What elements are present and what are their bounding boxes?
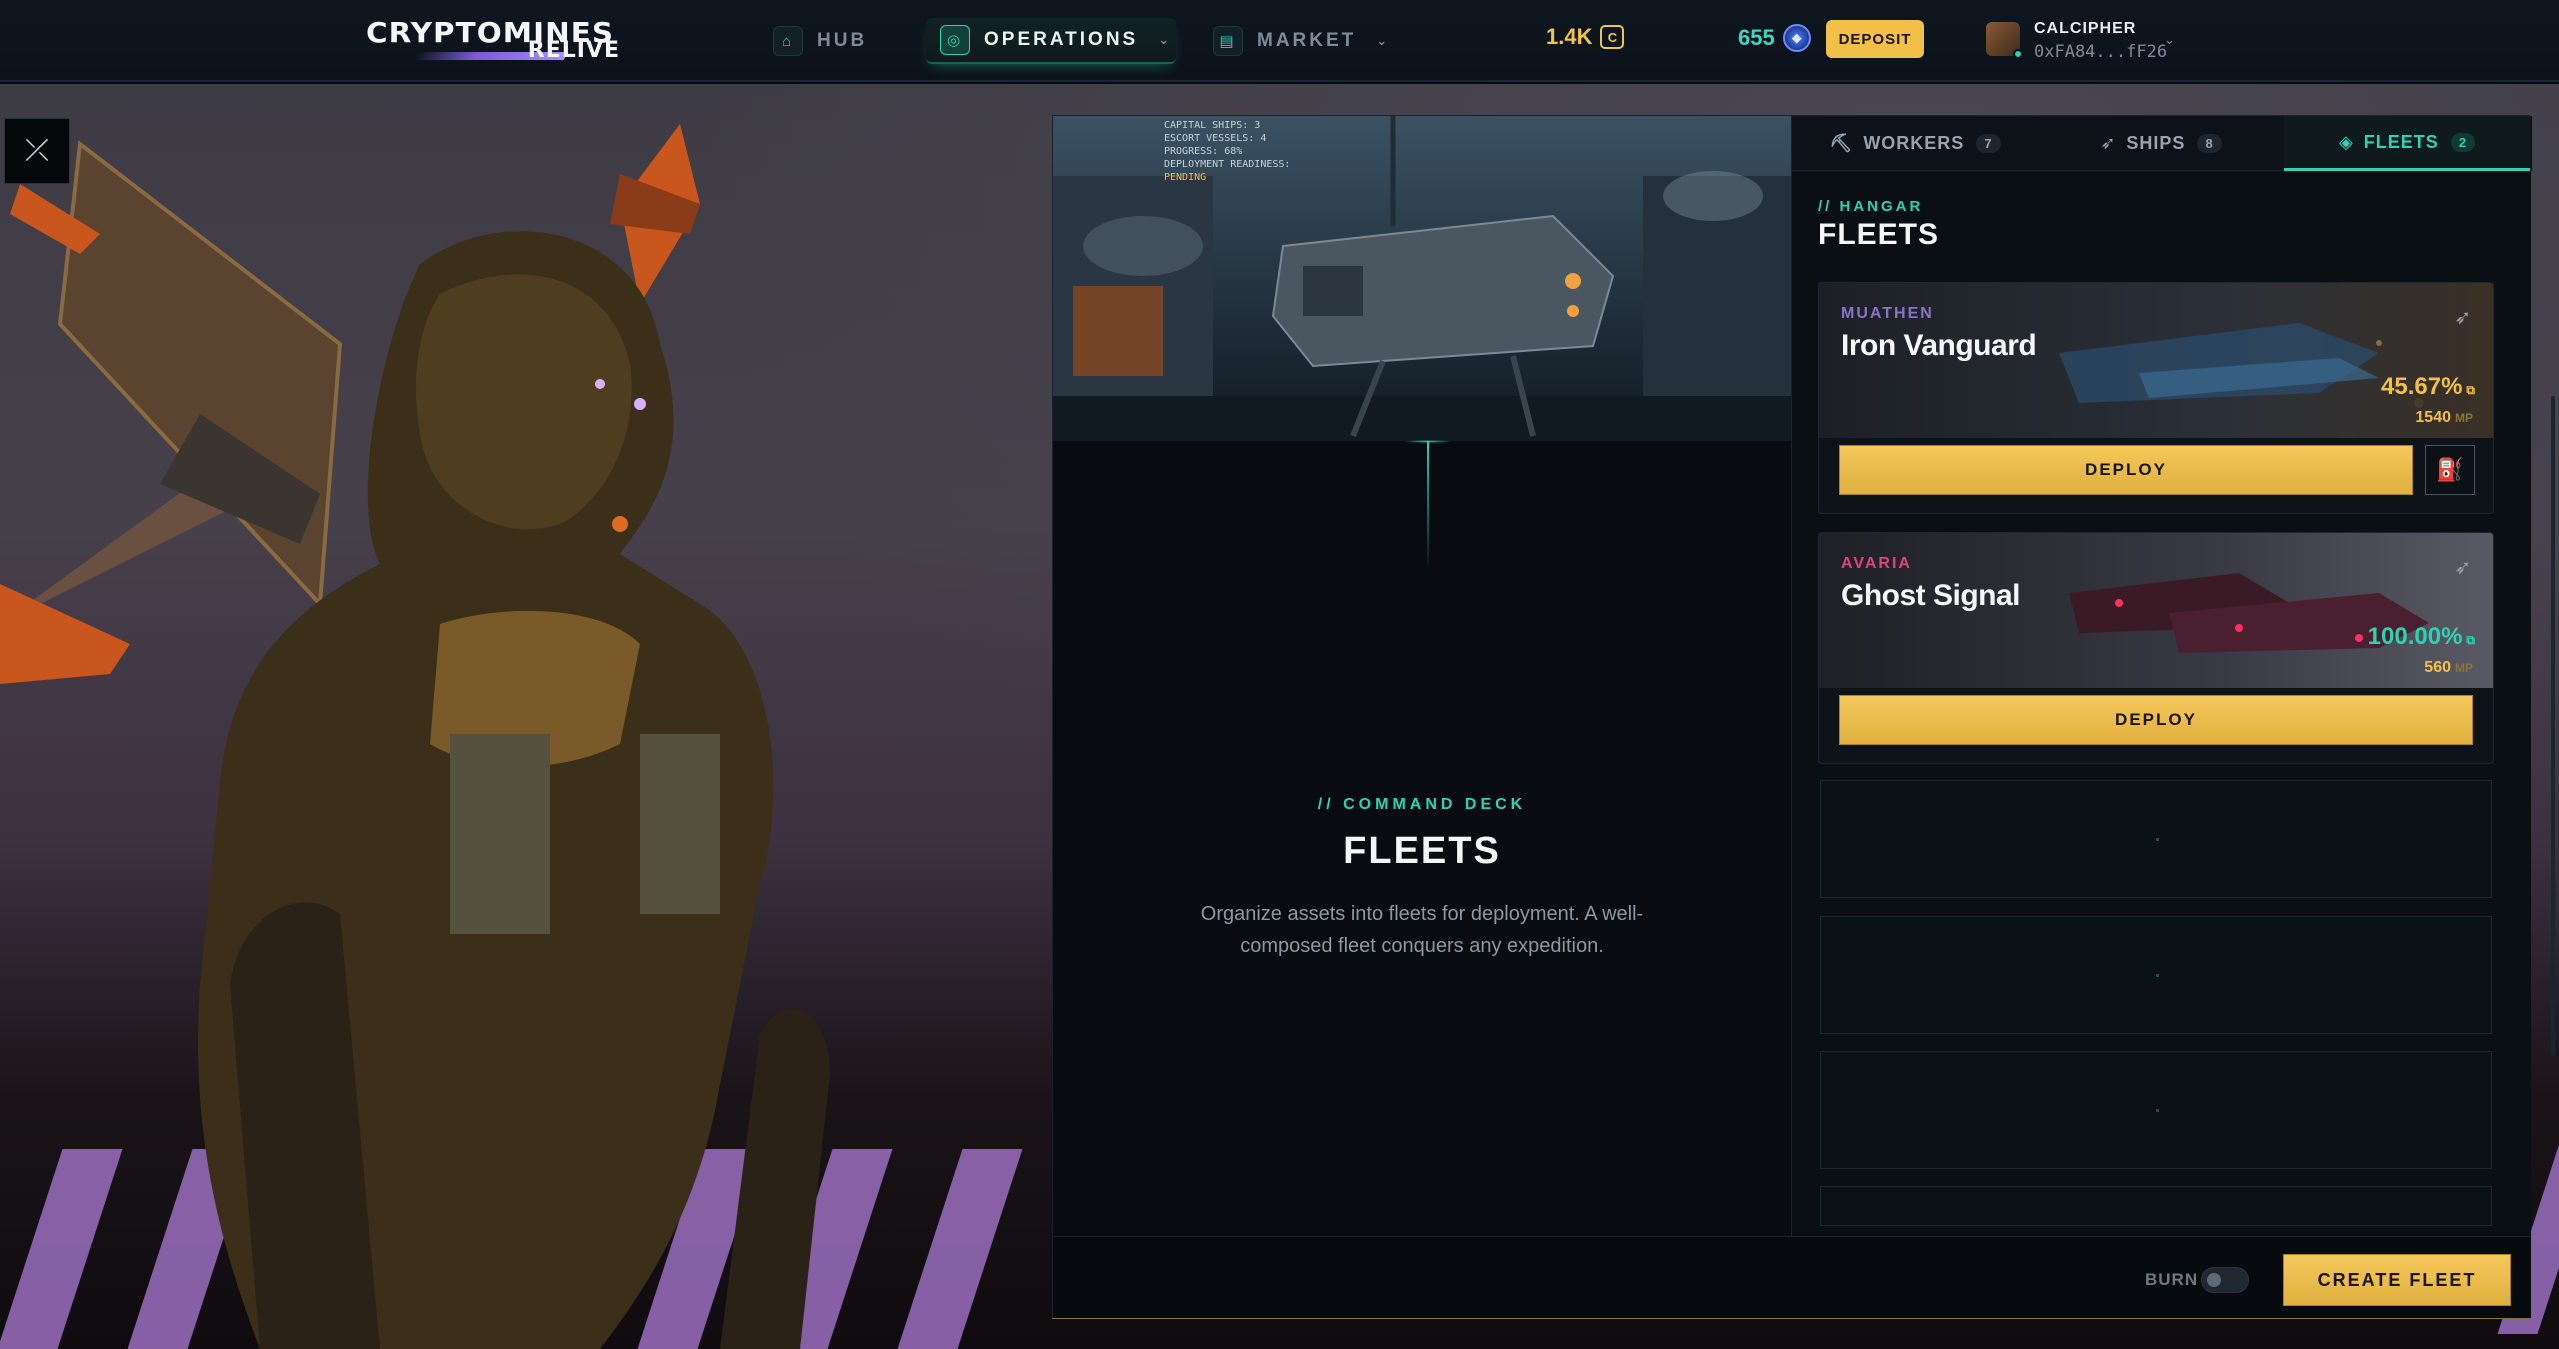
wallet-address: 0xFA84...fF26 (2034, 42, 2168, 62)
slot-marker (2156, 974, 2159, 977)
burn-toggle[interactable] (2201, 1267, 2249, 1293)
panel-footer: BURN CREATE FLEET (1053, 1236, 2531, 1318)
tab-ships-label: SHIPS (2126, 133, 2186, 153)
tab-workers-count: 7 (1976, 134, 2001, 153)
fleet-efficiency: 45.67% ⧉ (2381, 373, 2475, 401)
hud-line: PENDING (1164, 172, 1207, 183)
deposit-button[interactable]: DEPOSIT (1826, 20, 1924, 58)
hangar-hero-image: CAPITAL SHIPS: 3 ESCORT VESSELS: 4 PROGR… (1053, 116, 1791, 441)
fleet-mp-unit: MP (2455, 661, 2473, 675)
token-icon: ◆ (1782, 24, 1811, 52)
nav-item-operations[interactable]: ◎ OPERATIONS ⌄ (926, 18, 1176, 64)
deploy-button[interactable]: DEPLOY (1839, 445, 2413, 495)
fleet-mining-power: 560 MP (2424, 659, 2473, 677)
cryptomines-logo[interactable]: CRYPTOMINES RELIVE (366, 16, 624, 64)
tab-workers-label: WORKERS (1863, 133, 1965, 153)
nav-operations-label: OPERATIONS (984, 29, 1139, 50)
nav-item-market[interactable]: ▤ MARKET ⌄ (1213, 18, 1387, 64)
fleet-mp-value: 1540 (2415, 409, 2451, 426)
user-menu[interactable]: CALCIPHER 0xFA84...fF26 ⌄ (1986, 18, 2186, 64)
fleet-mp-value: 560 (2424, 659, 2451, 676)
fleet-card[interactable]: AVARIA Ghost Signal ➶ 100.00% ⧉ 560 MP DEP… (1818, 532, 2494, 764)
fleet-name: Ghost Signal (1841, 579, 2021, 612)
hangar-scrollbar[interactable] (2551, 396, 2555, 1056)
rocket-icon: ➶ (2454, 557, 2471, 579)
empty-fleet-slot[interactable] (1820, 780, 2492, 898)
logo-text-bottom: RELIVE (527, 38, 620, 63)
empty-fleet-slot[interactable] (1820, 1051, 2492, 1169)
home-icon: ⌂ (773, 26, 803, 56)
tab-ships[interactable]: ➶ SHIPS 8 (2038, 116, 2284, 171)
tab-fleets-count: 2 (2450, 132, 2476, 152)
empty-fleet-slot[interactable] (1820, 1186, 2492, 1226)
top-navbar: CRYPTOMINES RELIVE ⌂ HUB ◎ OPERATIONS ⌄ … (0, 0, 2559, 82)
token-icon: ⧉ (2466, 633, 2475, 647)
hangar-overline: // HANGAR (1818, 198, 1924, 215)
token-icon: ⧉ (2466, 383, 2475, 397)
character-illustration (0, 84, 1050, 1349)
hud-line: ESCORT VESSELS: 4 (1164, 133, 1267, 144)
fleet-mining-power: 1540 MP (2415, 409, 2473, 427)
tab-fleets-label: FLEETS (2363, 131, 2439, 152)
toggle-knob (2207, 1273, 2221, 1287)
chevron-down-icon: ⌄ (1376, 33, 1388, 48)
rocket-icon: ➶ (2100, 133, 2117, 153)
armored-character-art (0, 124, 830, 1349)
fuel-icon[interactable]: ⛽ (2425, 445, 2475, 495)
hangar-title: FLEETS (1818, 218, 1940, 251)
coin-balance: 1.4K C (1546, 24, 1625, 50)
hud-line: DEPLOYMENT READINESS: (1164, 159, 1291, 170)
fleet-faction: MUATHEN (1841, 305, 1934, 322)
rocket-icon: ➶ (2454, 307, 2471, 329)
fleet-efficiency-value: 100.00% (2367, 623, 2463, 650)
layers-icon: ◈ (2338, 131, 2354, 152)
hud-line: PROGRESS: 68% (1164, 146, 1243, 157)
hero-divider-line (1427, 441, 1429, 571)
gem-amount: 655 (1738, 25, 1775, 50)
burn-label: BURN (2145, 1270, 2199, 1289)
fleet-mp-unit: MP (2455, 411, 2473, 425)
create-fleet-button[interactable]: CREATE FLEET (2283, 1254, 2511, 1306)
hero-hud-readout: CAPITAL SHIPS: 3 ESCORT VESSELS: 4 PROGR… (1164, 119, 1290, 184)
tab-ships-count: 8 (2197, 134, 2222, 153)
tab-fleets[interactable]: ◈ FLEETS 2 (2284, 116, 2530, 171)
command-deck-overline: // COMMAND DECK (1317, 796, 1527, 813)
command-deck-title: FLEETS (1343, 830, 1501, 872)
tab-workers[interactable]: ⛏ WORKERS 7 (1792, 116, 2038, 171)
fleets-panel: CAPITAL SHIPS: 3 ESCORT VESSELS: 4 PROGR… (1052, 115, 2555, 1319)
pickaxe-icon: ⛏ (1829, 133, 1854, 153)
coin-icon: C (1600, 25, 1625, 49)
fleet-efficiency: 100.00% ⧉ (2368, 623, 2475, 651)
command-deck-description: Organize assets into fleets for deployme… (1200, 903, 1644, 957)
fleet-card[interactable]: MUATHEN Iron Vanguard ➶ 45.67% ⧉ 1540 MP D… (1818, 282, 2494, 514)
slot-marker (2156, 838, 2159, 841)
empty-fleet-slot[interactable] (1820, 916, 2492, 1034)
coin-amount: 1.4K (1546, 24, 1593, 49)
gem-balance: 655 ◆ (1738, 24, 1811, 52)
online-status-dot (2013, 49, 2023, 59)
fleet-efficiency-value: 45.67% (2381, 373, 2463, 400)
hangar-column: ⛏ WORKERS 7 ➶ SHIPS 8 ◈ FLEETS 2 // HANG… (1791, 116, 2532, 1236)
slot-marker (2156, 1109, 2159, 1112)
chevron-down-icon: ⌄ (2164, 32, 2175, 47)
hud-line: CAPITAL SHIPS: 3 (1164, 120, 1261, 131)
user-name: CALCIPHER (2034, 20, 2137, 37)
store-icon: ▤ (1213, 26, 1243, 56)
nav-item-hub[interactable]: ⌂ HUB (773, 18, 867, 64)
fleet-name: Iron Vanguard (1841, 329, 2037, 362)
nav-hub-label: HUB (817, 30, 868, 51)
avatar (1986, 22, 2023, 59)
deploy-button[interactable]: DEPLOY (1839, 695, 2473, 745)
fleet-faction: AVARIA (1841, 555, 1912, 572)
chevron-down-icon: ⌄ (1158, 32, 1170, 47)
exit-fullscreen-icon[interactable]: ⤫ (4, 118, 70, 184)
nav-market-label: MARKET (1257, 30, 1357, 51)
compass-icon: ◎ (940, 25, 970, 55)
asset-tabs: ⛏ WORKERS 7 ➶ SHIPS 8 ◈ FLEETS 2 (1792, 116, 2532, 171)
